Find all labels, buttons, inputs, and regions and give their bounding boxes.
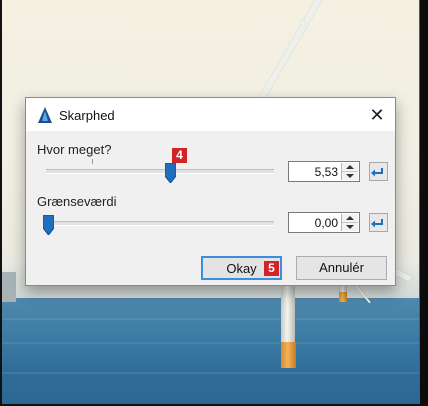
sea [0,298,428,406]
amount-spin-arrows [341,163,358,180]
amount-spinbox[interactable]: 5,53 [288,161,360,182]
dialog-title: Skarphed [59,108,115,123]
amount-slider-track[interactable] [46,169,274,174]
wave-line [0,372,428,374]
turbine-foundation [281,342,296,368]
turbine-tower [281,286,295,342]
threshold-reset-button[interactable] [369,213,388,232]
spin-up-icon[interactable] [342,214,358,223]
frame-edge [420,0,428,406]
ok-button-label: Okay [226,261,257,276]
spin-down-icon[interactable] [342,172,358,180]
threshold-spinbox[interactable]: 0,00 [288,212,360,233]
amount-value[interactable]: 5,53 [315,165,338,179]
wave-line [0,318,428,320]
title-bar: Skarphed ✕ [26,98,395,131]
spin-down-icon[interactable] [342,223,358,231]
frame-edge [0,0,2,406]
amount-slider-thumb[interactable] [165,163,176,183]
amount-reset-button[interactable] [369,162,388,181]
threshold-value[interactable]: 0,00 [315,216,338,230]
app-logo-icon [38,107,52,123]
spin-up-icon[interactable] [342,163,358,172]
sharpen-dialog: Skarphed ✕ Hvor meget? 4 5,53 Grænseværd… [25,97,396,286]
amount-label: Hvor meget? [37,142,112,157]
threshold-spin-arrows [341,214,358,231]
turbine-blade-tip [300,20,305,25]
reset-arrow-icon [371,219,383,228]
close-button[interactable]: ✕ [366,104,388,126]
slider-marker-badge: 4 [172,148,187,163]
cancel-button[interactable]: Annulér [296,256,387,280]
wave-line [0,342,428,344]
ok-marker-badge: 5 [264,261,279,276]
cancel-button-label: Annulér [319,260,364,275]
offshore-platform [2,272,16,302]
threshold-slider-thumb[interactable] [43,215,54,235]
turbine-foundation-far [339,292,347,302]
threshold-slider-track[interactable] [46,221,274,226]
reset-arrow-icon [371,168,383,177]
slider-tick [92,159,93,164]
threshold-label: Grænseværdi [37,194,117,209]
